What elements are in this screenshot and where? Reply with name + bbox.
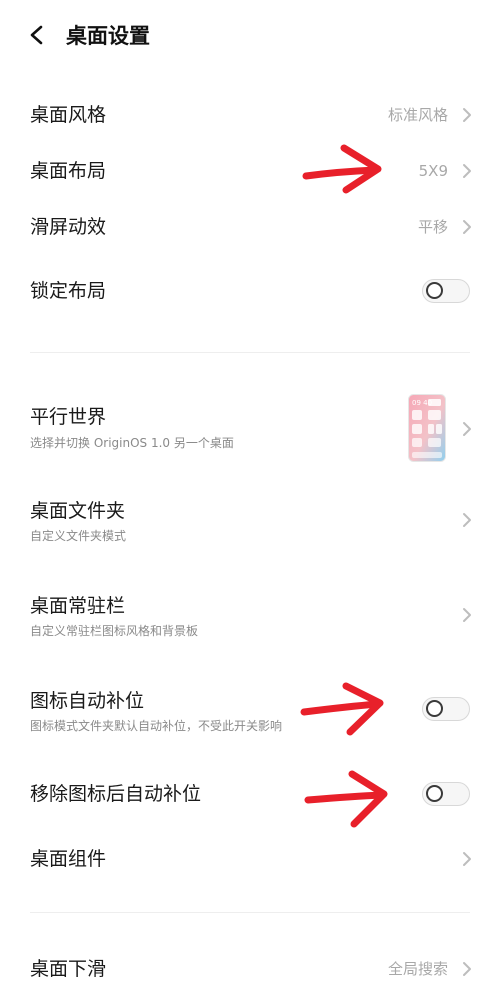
setting-row-desktop-widgets[interactable]: 桌面组件 bbox=[0, 844, 500, 874]
toggle-knob bbox=[426, 785, 443, 802]
setting-description: 自定义常驻栏图标风格和背景板 bbox=[30, 624, 199, 638]
setting-value: 标准风格 bbox=[387, 106, 448, 124]
toggle-knob bbox=[426, 700, 443, 717]
setting-row-desktop-style[interactable]: 桌面风格 标准风格 bbox=[0, 100, 500, 130]
toggle-knob bbox=[426, 282, 443, 299]
setting-description: 选择并切换 OriginOS 1.0 另一个桌面 bbox=[30, 436, 234, 450]
setting-row-slide-effect[interactable]: 滑屏动效 平移 bbox=[0, 212, 500, 242]
remove-icon-auto-fill-toggle[interactable] bbox=[422, 782, 470, 806]
setting-label: 桌面组件 bbox=[30, 848, 107, 870]
chevron-right-icon bbox=[463, 422, 471, 436]
setting-label: 桌面文件夹 bbox=[30, 500, 126, 522]
setting-value: 平移 bbox=[417, 218, 448, 236]
section-divider bbox=[30, 912, 470, 913]
setting-label: 桌面下滑 bbox=[30, 958, 107, 980]
setting-row-desktop-folder[interactable]: 桌面文件夹 自定义文件夹模式 bbox=[0, 496, 500, 546]
chevron-right-icon bbox=[463, 852, 471, 866]
setting-description: 图标模式文件夹默认自动补位，不受此开关影响 bbox=[30, 719, 283, 733]
setting-label: 桌面布局 bbox=[30, 160, 107, 182]
annotation-arrow-icon bbox=[304, 770, 388, 828]
setting-label: 图标自动补位 bbox=[30, 690, 145, 712]
lock-layout-toggle[interactable] bbox=[422, 279, 470, 303]
chevron-right-icon bbox=[463, 164, 471, 178]
setting-value: 5X9 bbox=[418, 162, 448, 180]
setting-row-lock-layout: 锁定布局 bbox=[0, 276, 500, 306]
chevron-left-icon[interactable] bbox=[26, 24, 48, 46]
section-divider bbox=[30, 352, 470, 353]
annotation-arrow-icon bbox=[302, 144, 382, 194]
setting-label: 滑屏动效 bbox=[30, 216, 107, 238]
chevron-right-icon bbox=[463, 962, 471, 976]
setting-value: 全局搜索 bbox=[387, 960, 448, 978]
home-screen-thumbnail: 09 40 bbox=[408, 394, 446, 462]
setting-description: 自定义文件夹模式 bbox=[30, 529, 127, 543]
setting-label: 桌面风格 bbox=[30, 104, 107, 126]
icon-auto-fill-toggle[interactable] bbox=[422, 697, 470, 721]
chevron-right-icon bbox=[463, 108, 471, 122]
setting-row-desktop-layout[interactable]: 桌面布局 5X9 bbox=[0, 156, 500, 186]
setting-label: 锁定布局 bbox=[30, 280, 107, 302]
setting-row-desktop-swipe-down[interactable]: 桌面下滑 全局搜索 bbox=[0, 956, 500, 984]
chevron-right-icon bbox=[463, 608, 471, 622]
annotation-arrow-icon bbox=[300, 682, 384, 736]
setting-row-dock[interactable]: 桌面常驻栏 自定义常驻栏图标风格和背景板 bbox=[0, 591, 500, 641]
header-bar: 桌面设置 bbox=[0, 0, 500, 72]
setting-row-remove-icon-auto-fill: 移除图标后自动补位 bbox=[0, 779, 500, 809]
setting-row-icon-auto-fill: 图标自动补位 图标模式文件夹默认自动补位，不受此开关影响 bbox=[0, 686, 500, 736]
page-title: 桌面设置 bbox=[66, 24, 150, 48]
setting-label: 移除图标后自动补位 bbox=[30, 783, 202, 805]
chevron-right-icon bbox=[463, 220, 471, 234]
chevron-right-icon bbox=[463, 513, 471, 527]
setting-label: 桌面常驻栏 bbox=[30, 595, 126, 617]
setting-label: 平行世界 bbox=[30, 406, 107, 428]
